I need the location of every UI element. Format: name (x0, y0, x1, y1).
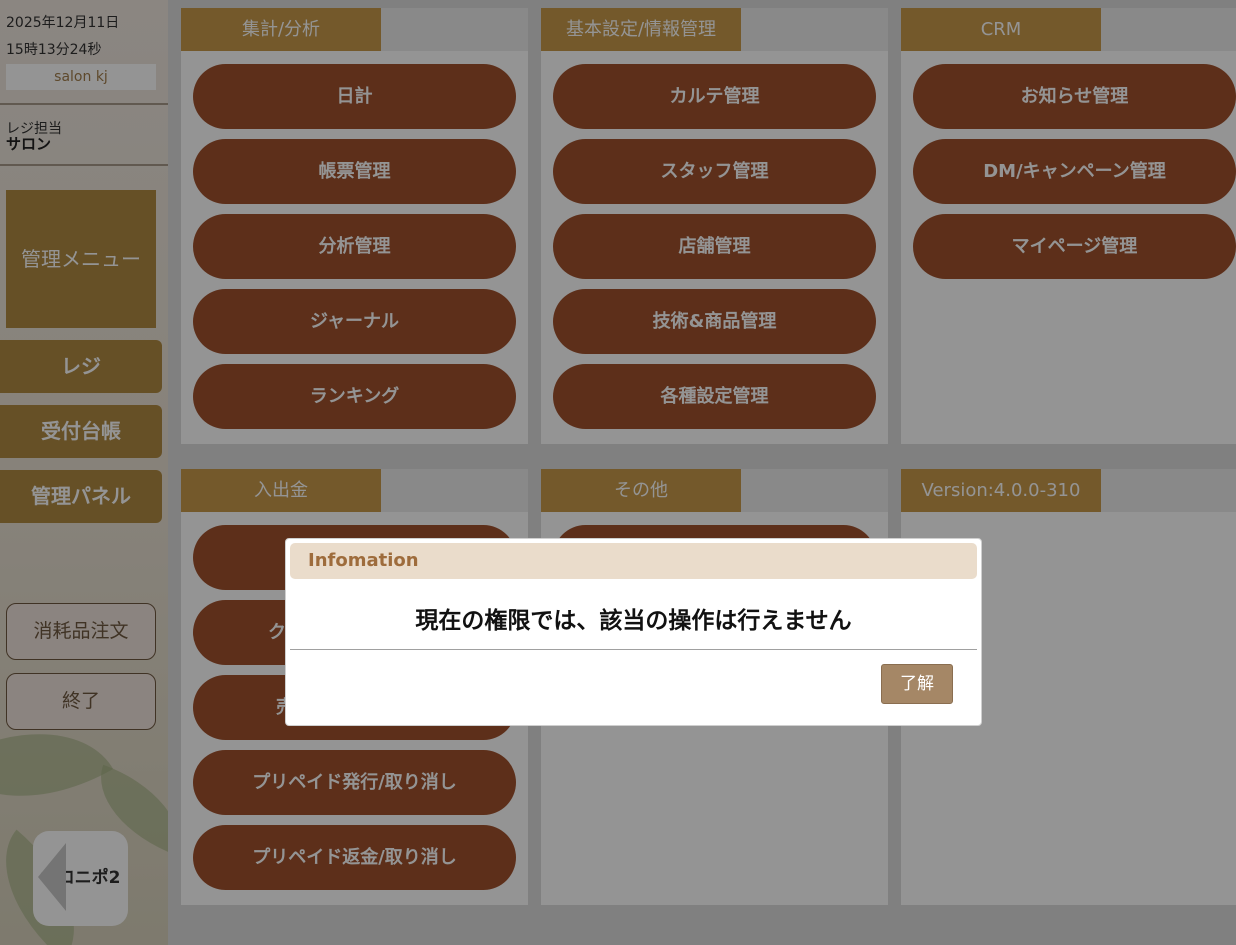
dialog-title: Infomation (308, 550, 419, 571)
modal-overlay (0, 0, 1236, 945)
dialog-header: Infomation (290, 543, 977, 579)
dialog-divider (290, 649, 977, 650)
ok-button[interactable]: 了解 (881, 664, 953, 704)
dialog-message: 現在の権限では、該当の操作は行えません (415, 608, 852, 634)
info-dialog: Infomation 現在の権限では、該当の操作は行えません 了解 (285, 538, 982, 726)
